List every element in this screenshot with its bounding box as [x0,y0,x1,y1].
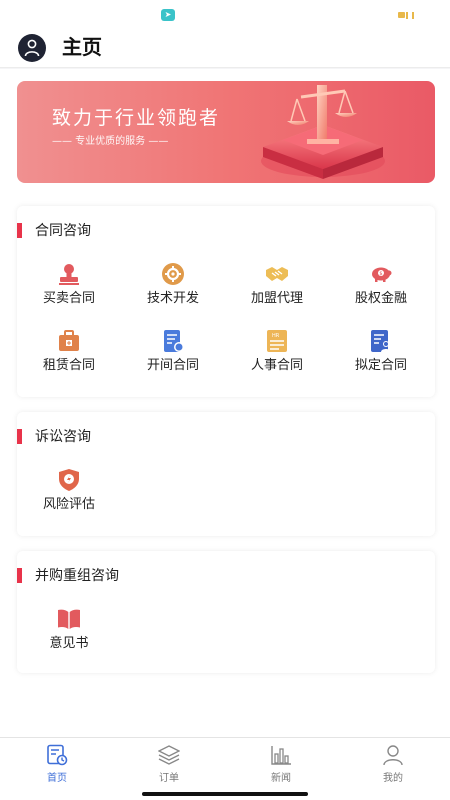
menu-item-label: 风险评估 [42,497,95,512]
stamp-icon [59,264,79,285]
layers-icon [158,745,180,765]
tab-profile[interactable]: 我的 [363,744,423,788]
user-icon [383,745,403,766]
briefcase-icon [59,330,79,351]
scale-of-justice-icon [261,85,385,179]
home-indicator [142,792,308,796]
litigation-consulting-card: 诉讼咨询 风险评估 [17,412,435,536]
section-header: 并购重组咨询 [17,567,317,585]
piggy-bank-icon: $ [372,267,392,282]
tab-label: 首页 [47,773,67,784]
tab-label: 新闻 [271,773,291,784]
menu-item-label: 买卖合同 [42,291,95,306]
section-title: 合同咨询 [35,223,91,239]
banner-title: 致力于行业领跑者 [52,107,221,129]
menu-item-draft-contract[interactable]: 拟定合同 [336,329,426,381]
section-title: 并购重组咨询 [35,568,119,584]
section-header: 合同咨询 [17,222,317,240]
status-bar: ➤ [0,0,450,30]
menu-item-label: 开间合同 [146,358,199,373]
merger-consulting-card: 并购重组咨询 意见书 [17,551,435,673]
bar-chart-icon [271,746,291,765]
svg-text:$: $ [379,271,382,277]
banner-subtitle: —— 专业优质的服务 —— [52,136,169,147]
document-icon [164,330,184,352]
gear-icon [162,263,184,285]
section-title: 诉讼咨询 [35,429,91,445]
section-marker [17,568,22,583]
svg-text:HR: HR [272,333,280,339]
user-document-icon [371,330,391,352]
book-icon [58,609,80,629]
home-icon [47,744,68,766]
menu-item-label: 意见书 [49,636,89,651]
section-marker [17,223,22,238]
user-icon [24,39,40,57]
section-header: 诉讼咨询 [17,428,317,446]
menu-item-franchise-agency[interactable]: 加盟代理 [232,262,322,314]
shield-icon [59,469,79,491]
main-content: 致力于行业领跑者 —— 专业优质的服务 —— 合同咨询 买卖合同 技术开发 加盟… [0,69,450,737]
battery-icon [398,11,414,19]
menu-item-label: 加盟代理 [250,291,303,306]
menu-item-equity-finance[interactable]: $ 股权金融 [336,262,426,314]
menu-item-label: 人事合同 [250,358,303,373]
tab-news[interactable]: 新闻 [251,744,311,788]
tab-orders[interactable]: 订单 [139,744,199,788]
app-header: 主页 [0,30,450,68]
menu-item-label: 拟定合同 [354,358,407,373]
tab-home[interactable]: 首页 [27,744,87,788]
menu-item-label: 租赁合同 [42,358,95,373]
avatar[interactable] [18,34,46,62]
tab-label: 我的 [383,773,403,784]
menu-item-label: 技术开发 [146,291,199,306]
menu-item-open-contract[interactable]: 开间合同 [128,329,218,381]
contract-consulting-card: 合同咨询 买卖合同 技术开发 加盟代理 $ 股权金融 租赁合同 开间合同 HR … [17,206,435,397]
menu-item-tech-development[interactable]: 技术开发 [128,262,218,314]
menu-item-opinion-letter[interactable]: 意见书 [24,607,114,659]
menu-item-label: 股权金融 [354,291,407,306]
section-marker [17,429,22,444]
hr-document-icon: HR [267,330,287,352]
menu-item-lease-contract[interactable]: 租赁合同 [24,329,114,381]
bottom-tab-bar: 首页 订单 新闻 我的 [0,737,450,800]
page-title: 主页 [62,35,102,59]
menu-item-risk-assessment[interactable]: 风险评估 [24,468,114,520]
navigation-status-icon: ➤ [161,9,175,21]
tab-label: 订单 [159,773,179,784]
menu-item-hr-contract[interactable]: HR 人事合同 [232,329,322,381]
menu-item-sales-contract[interactable]: 买卖合同 [24,262,114,314]
promo-banner[interactable]: 致力于行业领跑者 —— 专业优质的服务 —— [17,81,435,183]
handshake-icon [266,267,288,281]
